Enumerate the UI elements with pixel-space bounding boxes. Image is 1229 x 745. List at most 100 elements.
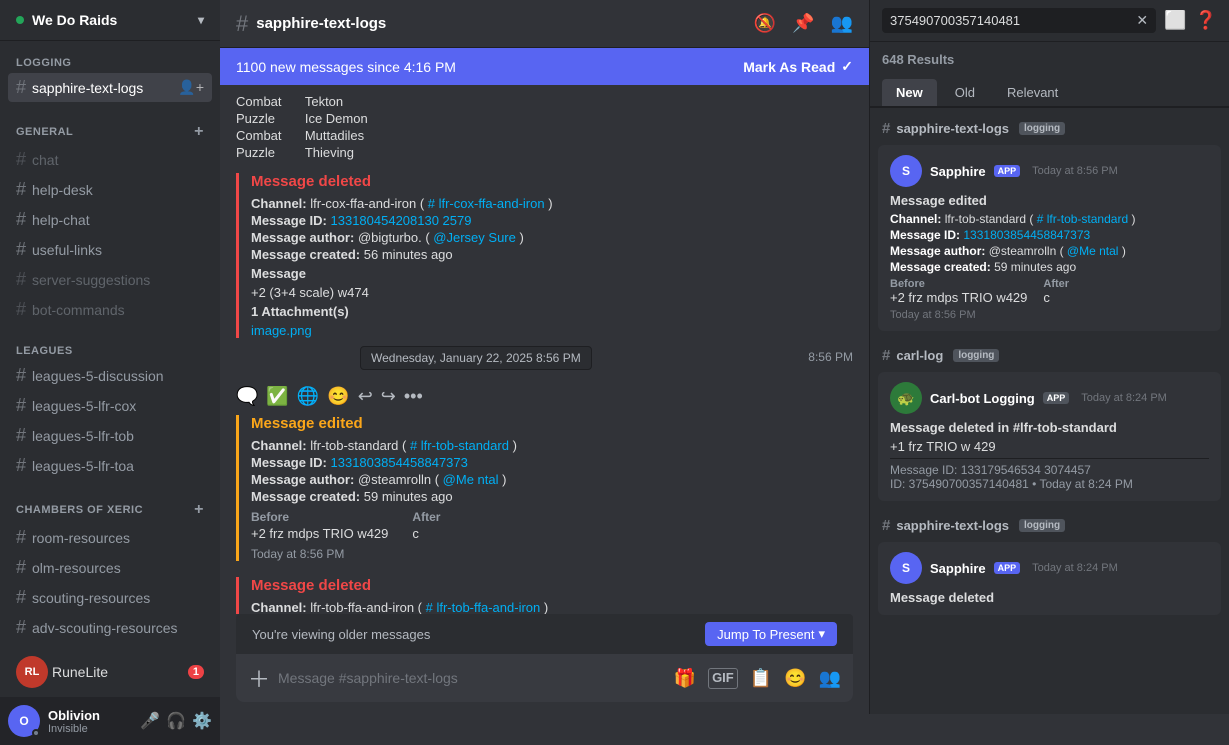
window-icon[interactable]: ⬜ [1164,10,1186,31]
hash-icon: # [16,425,26,446]
channel-name: olm-resources [32,560,121,576]
channel-item-adv-scouting-resources[interactable]: # adv-scouting-resources [8,613,212,642]
user-actions: 🎤 🎧 ⚙️ [140,711,212,731]
emoji-icon[interactable]: 🌐 [297,386,319,407]
main-content: # sapphire-text-logs 🔕 📌 👥 1100 new mess… [220,0,869,714]
gift-icon[interactable]: 🎁 [674,668,696,689]
table-row: CombatTekton [236,93,396,110]
result-message-1[interactable]: S Sapphire APP Today at 8:56 PM Message … [878,145,1221,331]
result-message-3[interactable]: S Sapphire APP Today at 8:24 PM Message … [878,542,1221,615]
microphone-icon[interactable]: 🎤 [140,711,160,731]
result-message-2[interactable]: 🐢 Carl-bot Logging APP Today at 8:24 PM … [878,372,1221,501]
channel-name: sapphire-text-logs [32,80,143,96]
search-bar: ✕ ⬜ ❓ [870,0,1229,42]
search-results[interactable]: # sapphire-text-logs logging S Sapphire … [870,108,1229,714]
reaction-icon[interactable]: 😊 [327,386,349,407]
channel-name: bot-commands [32,302,125,318]
attachment-link[interactable]: image.png [251,323,853,338]
add-channel-button[interactable]: + [194,123,204,141]
runelite-badge: 1 [188,665,204,679]
channel-link[interactable]: # lfr-tob-standard [1037,212,1128,226]
banner-text: 1100 new messages since 4:16 PM [236,59,456,75]
channel-link[interactable]: # lfr-tob-ffa-and-iron [426,600,541,614]
author-link[interactable]: @Jersey Sure [433,230,516,245]
hash-icon: # [16,209,26,230]
channel-name: leagues-5-lfr-cox [32,398,136,414]
more-icon[interactable]: ••• [404,386,423,407]
channel-name: useful-links [32,242,102,258]
tab-relevant[interactable]: Relevant [993,79,1072,106]
channel-item-scouting-resources[interactable]: # scouting-resources [8,583,212,612]
avatar: S [890,552,922,584]
undo-icon[interactable]: ↩ [358,386,373,407]
reply-icon[interactable]: 🗨️ [236,386,258,407]
channel-item-leagues-5-discussion[interactable]: # leagues-5-discussion [8,361,212,390]
channel-item-olm-resources[interactable]: # olm-resources [8,553,212,582]
mute-icon[interactable]: 🔕 [754,13,776,34]
channel-link[interactable]: # lfr-tob-standard [410,438,509,453]
server-name: We Do Raids [32,12,117,28]
search-input-wrapper: ✕ [882,8,1156,33]
hash-icon: # [16,455,26,476]
runelite-item[interactable]: RL RuneLite 1 [8,651,212,693]
author-link[interactable]: @Me ntal [443,472,499,487]
chevron-down-icon: ▾ [198,13,204,27]
people-icon[interactable]: 👥 [819,668,841,689]
channel-item-useful-links[interactable]: # useful-links [8,235,212,264]
hash-icon: # [16,179,26,200]
message-edited-block: Message edited Channel: lfr-tob-standard… [220,411,869,565]
add-attachment-button[interactable]: ＋ [248,662,270,694]
input-icons: 🎁 GIF 📋 😊 👥 [674,668,841,689]
tab-old[interactable]: Old [941,79,989,106]
general-section-label: GENERAL + [8,123,212,141]
message-input[interactable] [278,670,666,686]
channel-item-room-resources[interactable]: # room-resources [8,523,212,552]
chat-messages[interactable]: CombatTekton PuzzleIce Demon CombatMutta… [220,85,869,614]
channel-item-sapphire-text-logs[interactable]: # sapphire-text-logs 👤+ [8,73,212,102]
tab-new[interactable]: New [882,79,937,106]
viewing-older-banner: You're viewing older messages Jump To Pr… [236,614,853,654]
add-channel-button[interactable]: + [194,501,204,519]
redo-icon[interactable]: ↪ [381,386,396,407]
result-title: Message deleted in #lfr-tob-standard [890,420,1209,435]
emoji-icon[interactable]: 😊 [784,668,806,689]
notification-banner: 1100 new messages since 4:16 PM Mark As … [220,48,869,85]
checkmark-icon[interactable]: ✅ [266,386,288,407]
channel-item-chat[interactable]: # chat [8,145,212,174]
gif-icon[interactable]: GIF [708,668,738,689]
sticker-icon[interactable]: 📋 [750,668,772,689]
hash-icon: # [16,269,26,290]
channel-item-leagues-5-lfr-cox[interactable]: # leagues-5-lfr-cox [8,391,212,420]
settings-icon[interactable]: ⚙️ [192,711,212,731]
headphones-icon[interactable]: 🎧 [166,711,186,731]
channel-item-help-desk[interactable]: # help-desk [8,175,212,204]
channel-item-help-chat[interactable]: # help-chat [8,205,212,234]
channel-name: help-chat [32,212,90,228]
channel-item-leagues-5-lfr-tob[interactable]: # leagues-5-lfr-tob [8,421,212,450]
channel-link[interactable]: # lfr-cox-ffa-and-iron [428,196,545,211]
timestamp: Today at 8:24 PM [1081,392,1167,404]
message-id-link[interactable]: 133180454208130 2579 [331,213,472,228]
timestamp: Today at 8:56 PM [1032,165,1118,177]
log-badge: logging [1019,519,1065,532]
viewing-older-text: You're viewing older messages [252,627,430,642]
message-deleted-title: Message deleted [251,173,853,190]
logging-section-label: LOGGING [8,57,212,69]
attachment-label: 1 Attachment(s) [251,304,853,319]
username: Oblivion [48,708,132,723]
channel-name: help-desk [32,182,93,198]
date-tooltip-area: Wednesday, January 22, 2025 8:56 PM 8:56… [220,346,869,378]
channel-item-leagues-5-lfr-toa[interactable]: # leagues-5-lfr-toa [8,451,212,480]
mark-as-read-button[interactable]: Mark As Read ✓ [743,58,853,75]
channel-item-bot-commands[interactable]: # bot-commands [8,295,212,324]
hash-icon: # [16,617,26,638]
members-icon[interactable]: 👥 [831,13,853,34]
close-icon[interactable]: ✕ [1136,12,1148,29]
jump-to-present-button[interactable]: Jump To Present ▾ [705,622,837,646]
server-header[interactable]: We Do Raids ▾ [0,0,220,41]
help-icon[interactable]: ❓ [1195,10,1217,31]
message-id-link[interactable]: 1331803854458847373 [331,455,468,470]
pin-icon[interactable]: 📌 [792,13,814,34]
search-input[interactable] [890,13,1136,28]
channel-item-server-suggestions[interactable]: # server-suggestions [8,265,212,294]
